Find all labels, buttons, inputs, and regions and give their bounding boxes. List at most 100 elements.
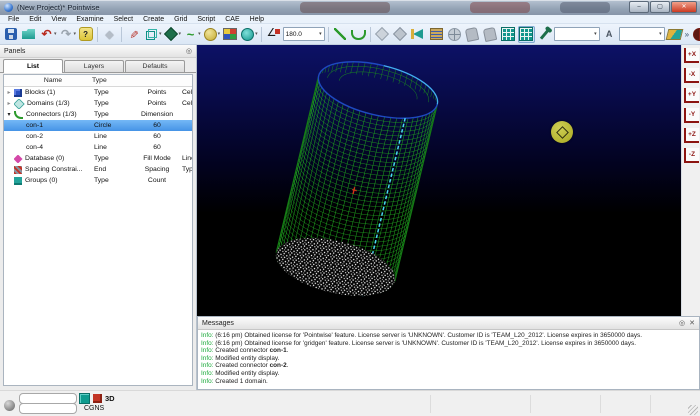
gem-icon[interactable] (101, 26, 118, 43)
undo-icon[interactable] (38, 26, 55, 43)
menu-create[interactable]: Create (138, 16, 169, 23)
hand-icon[interactable] (464, 26, 481, 43)
messages-log[interactable]: Info: (6:16 pm) Obtained license for 'Po… (198, 330, 699, 389)
spider-icon[interactable] (239, 26, 256, 43)
tree-expander-icon[interactable]: ▸ (4, 100, 14, 107)
view-minusz-button[interactable]: -Z (684, 148, 699, 163)
globe-icon[interactable] (446, 26, 463, 43)
grid-icon[interactable] (500, 26, 517, 43)
save-icon[interactable] (2, 26, 19, 43)
minimize-button[interactable]: – (629, 1, 649, 13)
grid-selected-icon[interactable] (518, 26, 535, 43)
tree-row-domains-1-3[interactable]: ▸Domains (1/3)TypePointsCells (4, 98, 192, 109)
palette-icon[interactable] (221, 26, 238, 43)
wing-layers-icon[interactable] (666, 26, 683, 43)
tree-cell: Line (92, 144, 134, 151)
wrench-icon[interactable] (536, 26, 553, 43)
menu-script[interactable]: Script (192, 16, 220, 23)
title-bar[interactable]: (New Project)* Pointwise – ▢ ✕ (0, 0, 700, 15)
view-minusx-button[interactable]: -X (684, 68, 699, 83)
messages-pin-icon[interactable]: ◎ (679, 319, 685, 327)
tree-row-blocks-1[interactable]: ▸Blocks (1)TypePointsCells (4, 87, 192, 98)
status-field-2[interactable] (19, 403, 77, 414)
size-combo[interactable]: ▾ (619, 27, 665, 41)
redo-dropdown-icon[interactable]: ▾ (74, 31, 77, 37)
tab-layers[interactable]: Layers (64, 60, 124, 72)
cube-dropdown-icon[interactable]: ▾ (159, 31, 162, 37)
tree-column-name[interactable]: Name (14, 77, 92, 84)
view-plusx-button[interactable]: +X (684, 48, 699, 63)
toolbar-separator (370, 27, 371, 42)
two-point-line-icon[interactable] (332, 26, 349, 43)
diamond-gray-icon[interactable] (374, 26, 391, 43)
view-plusy-button[interactable]: +Y (684, 88, 699, 103)
tree-row-connectors-1-3[interactable]: ▾Connectors (1/3)TypeDimension (4, 109, 192, 120)
menu-cae[interactable]: CAE (220, 16, 244, 23)
paintbrush-icon[interactable] (125, 26, 142, 43)
connector-curve-icon[interactable] (182, 26, 199, 43)
info-prefix: Info: (201, 362, 213, 369)
angle-icon[interactable] (265, 26, 282, 43)
blend-combo[interactable]: ▾ (554, 27, 600, 41)
angle-combo[interactable]: 180.0▾ (283, 27, 325, 41)
diamond-gray2-icon[interactable] (392, 26, 409, 43)
brick-icon[interactable] (428, 26, 445, 43)
tree-header: Name Type (4, 75, 192, 87)
undo-dropdown-icon[interactable]: ▾ (54, 31, 57, 37)
hand2-icon[interactable] (482, 26, 499, 43)
tree-cell: Type (92, 155, 134, 162)
maximize-button[interactable]: ▢ (650, 1, 670, 13)
redo-icon[interactable] (58, 26, 75, 43)
mask-icon[interactable] (691, 26, 700, 43)
menu-help[interactable]: Help (245, 16, 269, 23)
tree-row-con-1[interactable]: con-1Circle60 (4, 120, 192, 131)
tree-cell: 60 (134, 144, 180, 151)
tree-expander-icon[interactable]: ▸ (4, 89, 14, 96)
view-minusy-button[interactable]: -Y (684, 108, 699, 123)
view-plusz-button[interactable]: +Z (684, 128, 699, 143)
tree-expander-icon[interactable]: ▾ (4, 111, 14, 118)
diamond-green-icon[interactable] (163, 26, 180, 43)
tree-row-groups-0[interactable]: Groups (0)TypeCount (4, 175, 192, 186)
tree-row-spacing-constrai[interactable]: Spacing Constrai...EndSpacingType (4, 164, 192, 175)
resize-grip[interactable] (688, 405, 698, 415)
help-icon[interactable] (77, 26, 94, 43)
viewport-canvas[interactable] (197, 45, 681, 316)
cone-icon[interactable] (410, 26, 427, 43)
tree-cell: Circle (92, 122, 134, 129)
tree-item-label: Connectors (1/3) (26, 111, 77, 118)
u-curve-icon[interactable] (350, 26, 367, 43)
curve-dropdown-icon[interactable]: ▾ (198, 31, 201, 37)
tree-cell: Line (92, 133, 134, 140)
open-icon[interactable] (20, 26, 37, 43)
groups-icon (14, 177, 22, 185)
tree-column-type[interactable]: Type (92, 77, 134, 84)
menu-view[interactable]: View (46, 16, 71, 23)
tree-cell: Cells (180, 100, 192, 107)
status-separator (530, 395, 531, 413)
tree-cell: Line ... (180, 155, 192, 162)
menu-examine[interactable]: Examine (71, 16, 108, 23)
letter-a-icon[interactable] (601, 26, 618, 43)
menu-grid[interactable]: Grid (169, 16, 192, 23)
messages-close-icon[interactable]: ✕ (689, 319, 695, 327)
message-line: Info: Modified entity display. (201, 370, 696, 378)
tab-defaults[interactable]: Defaults (125, 60, 185, 72)
tree-row-con-2[interactable]: con-2Line60 (4, 131, 192, 142)
tree-row-con-4[interactable]: con-4Line60 (4, 142, 192, 153)
sphere-tool-icon[interactable] (202, 26, 219, 43)
spider-dropdown-icon[interactable]: ▾ (255, 31, 258, 37)
diamond-dropdown-icon[interactable]: ▾ (179, 31, 182, 37)
display-viewport[interactable] (197, 45, 681, 316)
sphere-dropdown-icon[interactable]: ▾ (218, 31, 221, 37)
tree-cell: Type (92, 177, 134, 184)
menu-select[interactable]: Select (109, 16, 138, 23)
overflow-chevron-icon[interactable]: » (684, 30, 690, 39)
tree-row-database-0[interactable]: Database (0)TypeFill ModeLine ... (4, 153, 192, 164)
menu-file[interactable]: File (3, 16, 24, 23)
close-button[interactable]: ✕ (671, 1, 697, 13)
tab-list[interactable]: List (3, 59, 63, 73)
panels-pin-icon[interactable]: ◎ (186, 47, 192, 55)
cube-wireframe-icon[interactable] (143, 26, 160, 43)
menu-edit[interactable]: Edit (24, 16, 46, 23)
